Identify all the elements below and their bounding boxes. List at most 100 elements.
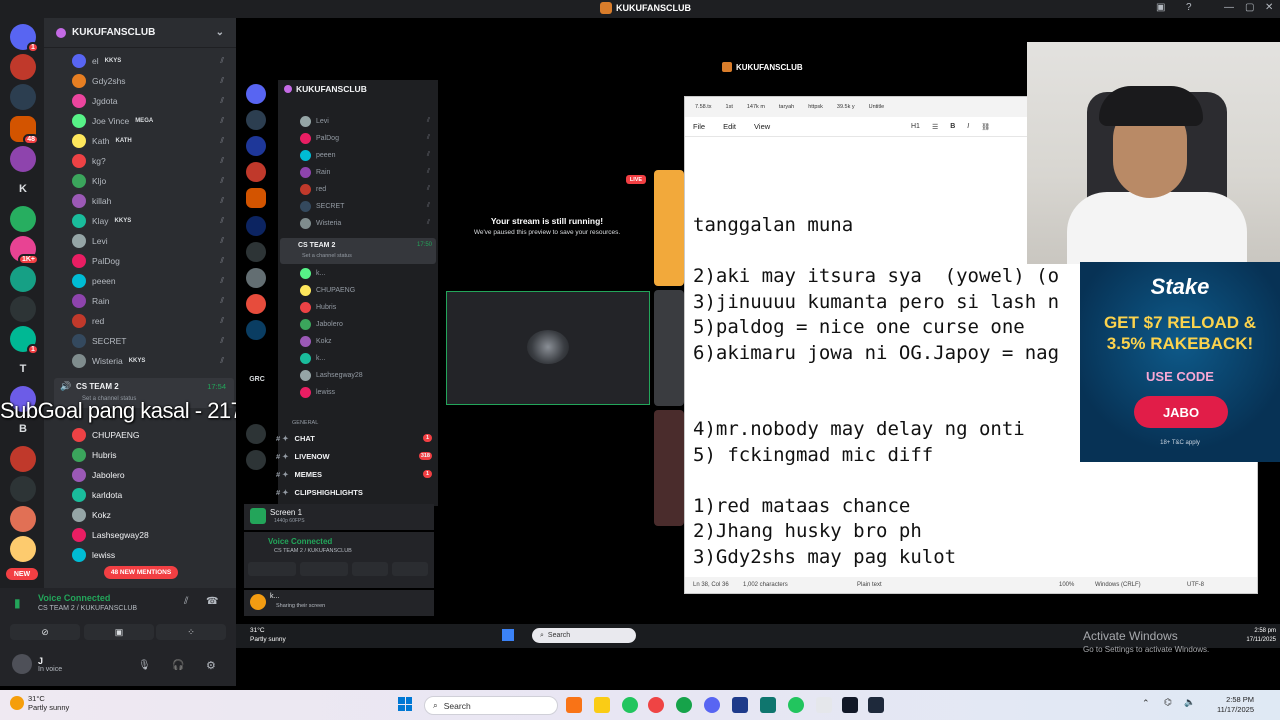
participant-tile[interactable] bbox=[446, 291, 650, 405]
member-item[interactable]: Klay KKYS ⫽ bbox=[72, 212, 232, 230]
notepad-icon[interactable] bbox=[732, 697, 748, 713]
avatar[interactable] bbox=[72, 508, 86, 522]
member-item[interactable]: Kokz bbox=[72, 506, 232, 524]
voice-channel-path[interactable]: CS TEAM 2 / KUKUFANSCLUB bbox=[38, 605, 137, 612]
chrome-icon[interactable] bbox=[676, 697, 692, 713]
avatar[interactable] bbox=[72, 154, 86, 168]
chrome-icon[interactable] bbox=[788, 697, 804, 713]
minimize-icon[interactable]: — bbox=[1224, 2, 1234, 13]
avatar[interactable] bbox=[72, 314, 86, 328]
avatar[interactable] bbox=[72, 294, 86, 308]
server-icon[interactable]: 1 bbox=[10, 326, 39, 355]
discord-icon[interactable] bbox=[704, 697, 720, 713]
server-icon[interactable] bbox=[10, 54, 36, 80]
member-item[interactable]: karldota bbox=[72, 486, 232, 504]
copilot-icon[interactable] bbox=[566, 697, 582, 713]
new-badge[interactable]: NEW bbox=[6, 568, 38, 580]
app-icon[interactable] bbox=[816, 697, 832, 713]
member-item[interactable]: killah ⫽ bbox=[72, 192, 232, 210]
avatar[interactable] bbox=[72, 468, 86, 482]
member-item[interactable]: Rain ⫽ bbox=[72, 292, 232, 310]
close-icon[interactable]: ✕ bbox=[1265, 2, 1273, 13]
settings-gear-icon[interactable]: ⚙ bbox=[206, 659, 216, 672]
steam-icon[interactable] bbox=[868, 697, 884, 713]
inbox-icon[interactable]: ▣ bbox=[1156, 2, 1165, 13]
member-item[interactable]: Jabolero bbox=[72, 466, 232, 484]
server-icon[interactable]: 1K+ bbox=[10, 236, 39, 265]
chrome-icon[interactable] bbox=[622, 697, 638, 713]
windows-start-icon[interactable] bbox=[398, 697, 412, 711]
signal-icon[interactable]: ▮ bbox=[14, 596, 21, 610]
avatar[interactable] bbox=[72, 354, 86, 368]
headphones-icon[interactable]: 🎧 bbox=[172, 660, 184, 671]
server-header[interactable]: KUKUFANSCLUB ⌄ bbox=[44, 18, 236, 48]
avatar[interactable] bbox=[72, 114, 86, 128]
member-item[interactable]: Joe Vince MEGA ⫽ bbox=[72, 112, 232, 130]
obs-icon[interactable] bbox=[842, 697, 858, 713]
new-mentions-button[interactable]: 48 NEW MENTIONS bbox=[104, 566, 178, 579]
member-item[interactable]: Levi ⫽ bbox=[72, 232, 232, 250]
avatar[interactable] bbox=[72, 214, 86, 228]
member-item[interactable]: Gdy2shs ⫽ bbox=[72, 72, 232, 90]
server-icon[interactable] bbox=[10, 476, 36, 502]
user-area[interactable]: J In voice bbox=[12, 654, 62, 674]
avatar[interactable] bbox=[72, 174, 86, 188]
member-item[interactable]: Kljo ⫽ bbox=[72, 172, 232, 190]
avatar[interactable] bbox=[72, 448, 86, 462]
stream-tile[interactable] bbox=[654, 410, 684, 526]
avatar[interactable] bbox=[72, 488, 86, 502]
camera-button[interactable]: ⊘ bbox=[10, 624, 80, 640]
activities-button[interactable]: ⁘ bbox=[156, 624, 226, 640]
clock[interactable]: 2:58 PM 11/17/2025 bbox=[1217, 695, 1254, 715]
help-icon[interactable]: ? bbox=[1186, 2, 1192, 13]
avatar[interactable] bbox=[72, 134, 86, 148]
terminal-icon[interactable] bbox=[760, 697, 776, 713]
member-item[interactable]: peeen ⫽ bbox=[72, 272, 232, 290]
avatar[interactable] bbox=[72, 254, 86, 268]
server-icon[interactable] bbox=[10, 84, 36, 110]
microphone-icon[interactable]: 🎙 bbox=[138, 660, 151, 671]
member-item[interactable]: SECRET ⫽ bbox=[72, 332, 232, 350]
taskbar-search[interactable]: ⌕ Search bbox=[424, 696, 558, 715]
screen-share-button[interactable]: ▣ bbox=[84, 624, 154, 640]
server-icon[interactable] bbox=[10, 266, 36, 292]
stream-tile[interactable] bbox=[654, 170, 684, 286]
avatar[interactable] bbox=[72, 548, 86, 562]
stream-tile[interactable] bbox=[654, 290, 684, 406]
volume-icon[interactable]: 🔈 bbox=[1184, 697, 1195, 708]
maximize-icon[interactable]: ▢ bbox=[1245, 2, 1254, 13]
server-icon[interactable] bbox=[10, 206, 36, 232]
network-icon[interactable]: ⌬ bbox=[1164, 697, 1172, 708]
member-item[interactable]: Jgdota ⫽ bbox=[72, 92, 232, 110]
avatar[interactable] bbox=[72, 54, 86, 68]
member-item[interactable]: CHUPAENG bbox=[72, 426, 232, 444]
member-item[interactable]: Kath KATH ⫽ bbox=[72, 132, 232, 150]
disconnect-icon[interactable]: ☎ bbox=[206, 596, 218, 607]
server-letter[interactable]: T bbox=[10, 356, 36, 382]
home-icon[interactable]: 1 bbox=[10, 24, 39, 53]
avatar[interactable] bbox=[72, 234, 86, 248]
chevron-up-icon[interactable]: ⌃ bbox=[1142, 698, 1150, 709]
member-item[interactable]: Wisteria KKYS ⫽ bbox=[72, 352, 232, 370]
member-item[interactable]: Lashsegway28 bbox=[72, 526, 232, 544]
member-item[interactable]: Hubris bbox=[72, 446, 232, 464]
avatar[interactable] bbox=[72, 74, 86, 88]
avatar[interactable] bbox=[72, 334, 86, 348]
avatar[interactable] bbox=[72, 94, 86, 108]
chevron-down-icon[interactable]: ⌄ bbox=[216, 27, 224, 38]
member-item[interactable]: PalDog ⫽ bbox=[72, 252, 232, 270]
server-icon[interactable]: 48 bbox=[10, 116, 39, 145]
file-explorer-icon[interactable] bbox=[594, 697, 610, 713]
server-letter[interactable]: K bbox=[10, 176, 36, 202]
server-icon[interactable] bbox=[10, 296, 36, 322]
server-icon[interactable] bbox=[10, 446, 36, 472]
noise-suppression-icon[interactable]: ⫽ bbox=[184, 596, 188, 607]
member-item[interactable]: kg? ⫽ bbox=[72, 152, 232, 170]
member-item[interactable]: el KKYS ⫽ bbox=[72, 52, 232, 70]
member-item[interactable]: lewiss bbox=[72, 546, 232, 564]
server-icon[interactable] bbox=[10, 146, 36, 172]
avatar[interactable] bbox=[72, 194, 86, 208]
chrome-icon[interactable] bbox=[648, 697, 664, 713]
server-icon[interactable] bbox=[10, 536, 36, 562]
avatar[interactable] bbox=[72, 428, 86, 442]
